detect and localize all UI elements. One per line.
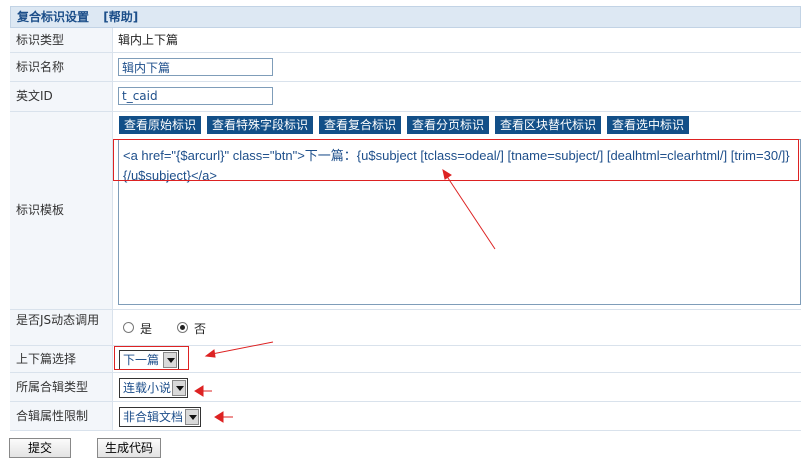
arrow-to-prevnext	[204, 341, 274, 358]
arrow-to-album-attr	[214, 411, 233, 423]
arrow-to-album-type	[194, 385, 212, 397]
annotation-arrows	[194, 168, 496, 423]
arrow-to-template	[442, 168, 496, 250]
